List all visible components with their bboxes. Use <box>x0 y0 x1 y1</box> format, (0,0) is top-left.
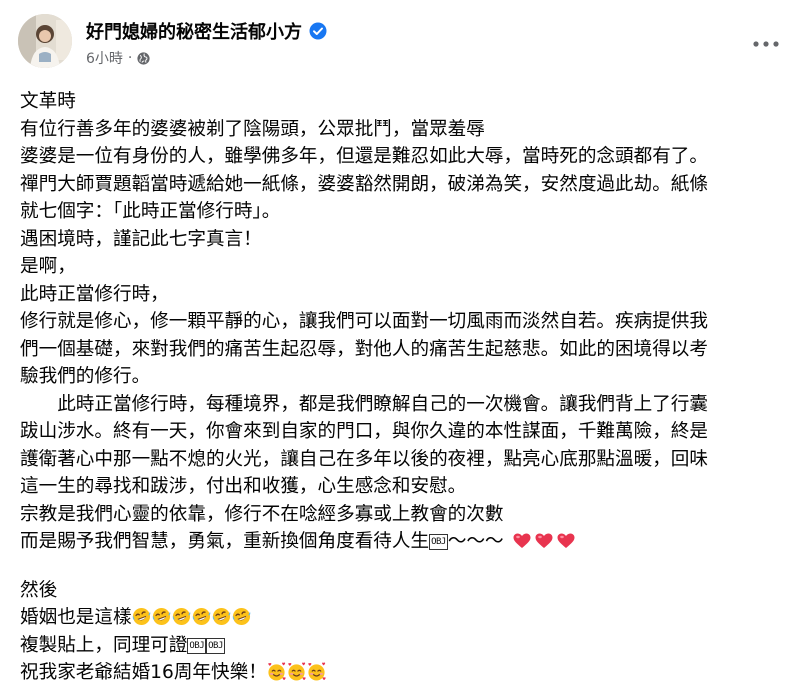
rolling-laughing-emoji <box>212 607 230 626</box>
smiling-face-hearts-emoji <box>308 662 326 681</box>
text-line: 婆婆是一位有身份的人，雖學佛多年，但還是難忍如此大辱，當時死的念頭都有了。 <box>20 146 708 167</box>
text-line-obj: 複製貼上，同理可證 OBJ OBJ <box>20 632 795 660</box>
heart-emoji <box>535 533 553 548</box>
obj-placeholder: OBJ <box>429 534 448 550</box>
post-timestamp[interactable]: 6小時 <box>86 48 123 68</box>
verified-badge-icon <box>309 22 327 40</box>
tilde-text: ～～～ <box>447 531 504 552</box>
text-line-love: 祝我家老爺結婚16周年快樂！ <box>20 659 795 687</box>
heart-emoji <box>557 533 575 548</box>
globe-icon[interactable] <box>137 51 150 65</box>
post-meta: 6小時 · <box>86 48 150 68</box>
rolling-laughing-emoji <box>232 607 250 626</box>
text-line: 此時正當修行時，每種境界，都是我們瞭解自己的一次機會。讓我們背上了行囊 <box>20 393 708 415</box>
smiling-face-hearts-emoji <box>268 662 286 681</box>
heart-emoji <box>513 533 531 548</box>
text-segment: 而是賜予我們智慧，勇氣，重新換個角度看待人生 <box>20 531 430 552</box>
rolling-laughing-emoji <box>192 607 210 626</box>
text-line: 然後 <box>20 579 58 601</box>
text-line: 禪門大師賈題韜當時遞給她一紙條，婆婆豁然開朗，破涕為笑，安然度過此劫。紙條 <box>20 173 708 195</box>
smiling-face-hearts-emoji <box>288 662 306 681</box>
text-line: 這一生的尋找和跋涉，付出和收獲，心生感念和安慰。 <box>20 476 467 497</box>
avatar-photo <box>18 14 72 68</box>
text-line: 護衛著心中那一點不熄的火光，讓自己在多年以後的夜裡，點亮心底那點溫暖，回味 <box>20 448 708 470</box>
rolling-laughing-emoji <box>152 607 170 626</box>
text-line: 此時正當修行時， <box>20 283 169 305</box>
author-name[interactable]: 好門媳婦的秘密生活郁小方 <box>86 18 302 44</box>
text-line: 遇困境時，謹記此七字真言！ <box>20 228 262 250</box>
text-line: 跋山涉水。終有一天，你會來到自家的門口，與你久違的本性謀面，千難萬險，終是 <box>20 421 708 442</box>
text-line: 是啊， <box>20 256 76 277</box>
more-options-button[interactable] <box>746 32 786 56</box>
obj-placeholder: OBJ <box>187 637 207 654</box>
text-line-hearts: 而是賜予我們智慧，勇氣，重新換個角度看待人生 OBJ ～～～ <box>20 528 795 556</box>
text-segment: 婚姻也是這樣 <box>20 607 132 628</box>
more-options-icon <box>753 41 779 47</box>
post-body: 文革時 有位行善多年的婆婆被剃了陰陽頭，公眾批鬥，當眾羞辱 婆婆是一位有身份的人… <box>20 88 795 687</box>
rolling-laughing-emoji <box>172 607 190 626</box>
author-name-link[interactable]: 好門媳婦的秘密生活郁小方 <box>86 18 327 44</box>
author-avatar[interactable] <box>18 14 72 68</box>
text-segment: 祝我家老爺結婚16周年快樂！ <box>20 662 267 683</box>
text-line: 宗教是我們心靈的依靠，修行不在唸經多寡或上教會的次數 <box>20 503 504 525</box>
rolling-laughing-emoji <box>132 607 150 626</box>
text-line-laugh: 婚姻也是這樣 <box>20 604 795 632</box>
text-line: 們一個基礎，來對我們的痛苦生起忍辱，對他人的痛苦生起慈悲。如此的困境得以考 <box>20 338 708 360</box>
text-segment: 複製貼上，同理可證 <box>20 634 188 656</box>
text-line: 修行就是修心，修一顆平靜的心，讓我們可以面對一切風雨而淡然自若。疾病提供我 <box>20 311 708 332</box>
text-line: 有位行善多年的婆婆被剃了陰陽頭，公眾批鬥，當眾羞辱 <box>20 118 485 140</box>
meta-separator: · <box>127 50 133 66</box>
text-line: 就七個字：「此時正當修行時」。 <box>20 201 281 222</box>
obj-placeholder: OBJ <box>206 637 225 654</box>
text-line: 文革時 <box>20 91 76 112</box>
text-line: 驗我們的修行。 <box>20 366 151 387</box>
post-header: 好門媳婦的秘密生活郁小方 6小時 · <box>12 14 792 74</box>
